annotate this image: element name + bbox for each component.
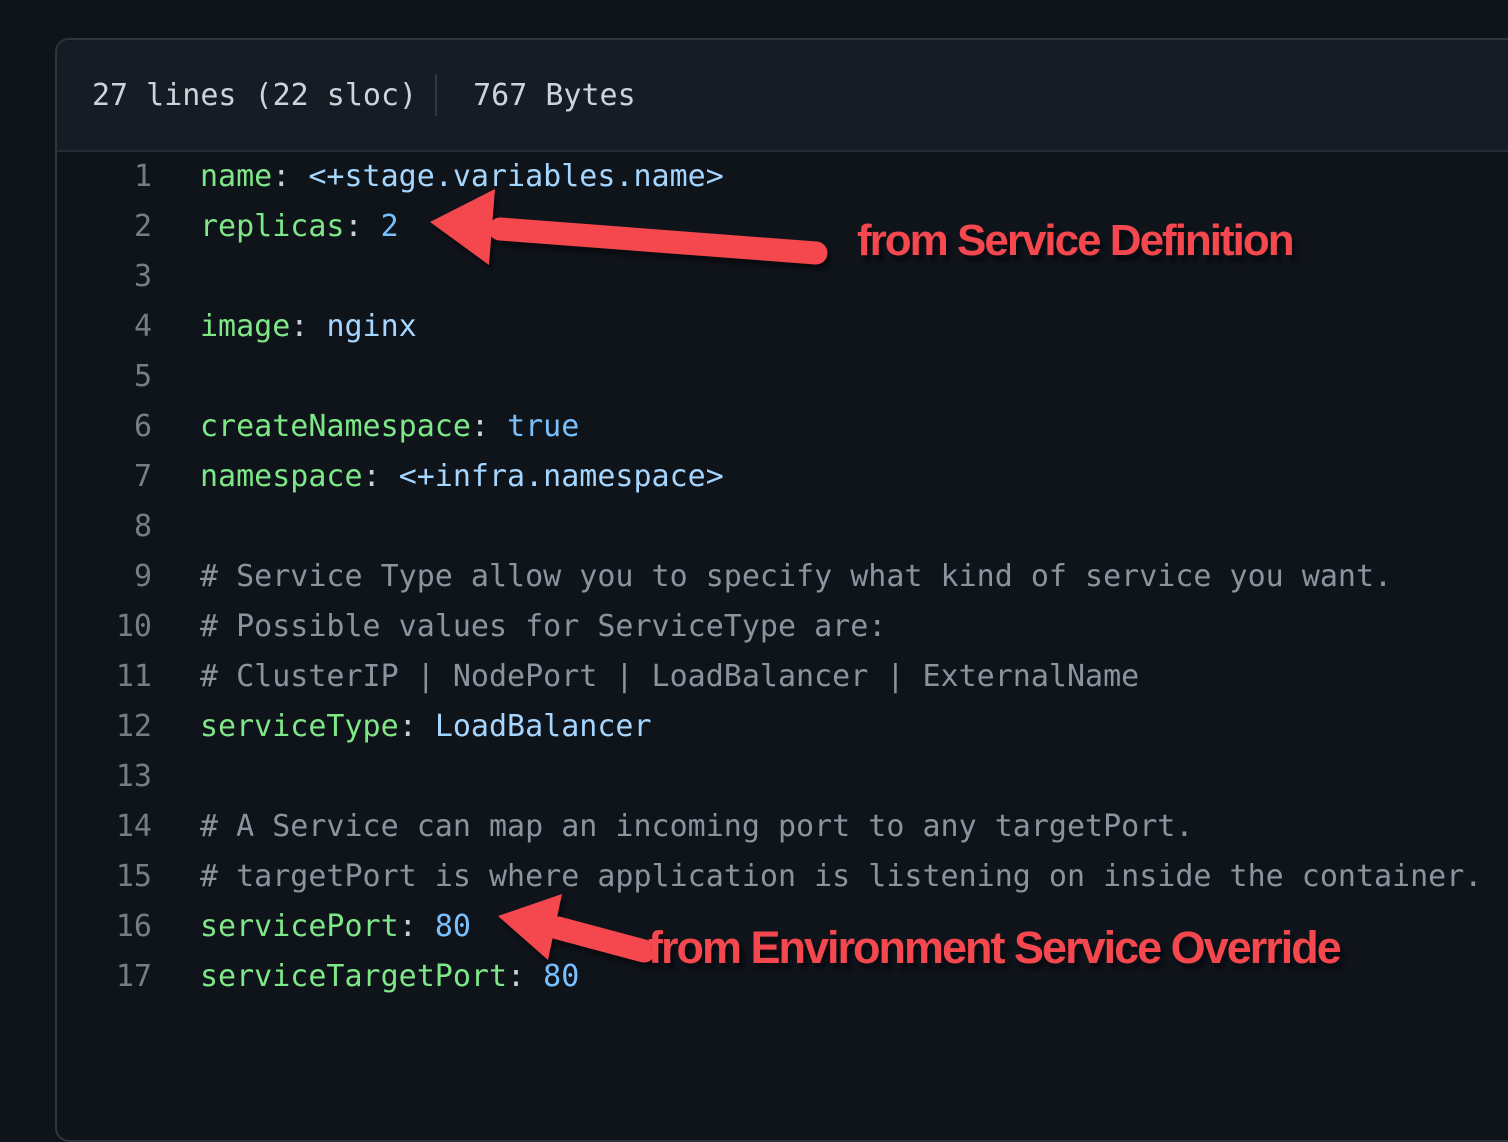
token-comment: # targetPort is where application is lis… <box>200 859 1482 894</box>
token-str: <+stage.variables.name> <box>308 159 723 194</box>
token-punct: : <box>290 309 326 344</box>
line-number[interactable]: 11 <box>57 652 152 702</box>
line-number[interactable]: 14 <box>57 802 152 852</box>
line-number[interactable]: 3 <box>57 252 152 302</box>
token-key: serviceType <box>200 709 399 744</box>
file-viewer: 27 lines (22 sloc) 767 Bytes 1name: <+st… <box>55 38 1508 1142</box>
line-number[interactable]: 10 <box>57 602 152 652</box>
token-key: namespace <box>200 459 363 494</box>
token-comment: # Service Type allow you to specify what… <box>200 559 1392 594</box>
code-line-14: 14 # A Service can map an incoming port t… <box>57 802 1508 852</box>
code-line-6: 6createNamespace: true <box>57 402 1508 452</box>
code-text <box>152 252 200 302</box>
header-divider <box>435 74 437 116</box>
code-text <box>152 752 200 802</box>
code-line-4: 4image: nginx <box>57 302 1508 352</box>
token-punct: : <box>363 459 399 494</box>
code-area: 1name: <+stage.variables.name>2replicas:… <box>57 152 1508 1002</box>
code-line-8: 8 <box>57 502 1508 552</box>
code-line-1: 1name: <+stage.variables.name> <box>57 152 1508 202</box>
file-header: 27 lines (22 sloc) 767 Bytes <box>57 40 1508 152</box>
code-line-13: 13 <box>57 752 1508 802</box>
annotation-environment-override: from Environment Service Override <box>648 922 1340 974</box>
token-comment: # Possible values for ServiceType are: <box>200 609 886 644</box>
token-punct: : <box>471 409 507 444</box>
token-comment: # A Service can map an incoming port to … <box>200 809 1193 844</box>
code-line-11: 11 # ClusterIP | NodePort | LoadBalancer … <box>57 652 1508 702</box>
token-key: replicas <box>200 209 345 244</box>
code-text: serviceTargetPort: 80 <box>152 952 579 1002</box>
code-line-10: 10 # Possible values for ServiceType are: <box>57 602 1508 652</box>
code-text: # Possible values for ServiceType are: <box>152 602 886 652</box>
code-text: # A Service can map an incoming port to … <box>152 802 1193 852</box>
line-number[interactable]: 2 <box>57 202 152 252</box>
token-key: createNamespace <box>200 409 471 444</box>
code-text: serviceType: LoadBalancer <box>152 702 652 752</box>
token-key: servicePort <box>200 909 399 944</box>
token-punct: : <box>272 159 308 194</box>
code-text: createNamespace: true <box>152 402 579 452</box>
token-comment: # ClusterIP | NodePort | LoadBalancer | … <box>200 659 1139 694</box>
line-number[interactable]: 15 <box>57 852 152 902</box>
line-number[interactable]: 6 <box>57 402 152 452</box>
code-text: replicas: 2 <box>152 202 399 252</box>
line-number[interactable]: 4 <box>57 302 152 352</box>
line-number[interactable]: 8 <box>57 502 152 552</box>
line-number[interactable]: 9 <box>57 552 152 602</box>
code-line-12: 12serviceType: LoadBalancer <box>57 702 1508 752</box>
page: { "header": { "lines_info": "27 lines (2… <box>0 0 1508 1012</box>
token-num: 80 <box>435 909 471 944</box>
line-number[interactable]: 13 <box>57 752 152 802</box>
token-punct: : <box>399 709 435 744</box>
token-key: name <box>200 159 272 194</box>
code-text: name: <+stage.variables.name> <box>152 152 724 202</box>
code-line-5: 5 <box>57 352 1508 402</box>
code-line-15: 15 # targetPort is where application is l… <box>57 852 1508 902</box>
token-str: LoadBalancer <box>435 709 652 744</box>
code-text: servicePort: 80 <box>152 902 471 952</box>
line-number[interactable]: 7 <box>57 452 152 502</box>
line-number[interactable]: 5 <box>57 352 152 402</box>
code-text: image: nginx <box>152 302 417 352</box>
token-punct: : <box>345 209 381 244</box>
line-number[interactable]: 16 <box>57 902 152 952</box>
line-number[interactable]: 17 <box>57 952 152 1002</box>
token-str: <+infra.namespace> <box>399 459 724 494</box>
code-line-7: 7namespace: <+infra.namespace> <box>57 452 1508 502</box>
code-text <box>152 352 200 402</box>
token-key: image <box>200 309 290 344</box>
code-text: # targetPort is where application is lis… <box>152 852 1482 902</box>
token-str: nginx <box>326 309 416 344</box>
token-punct: : <box>507 959 543 994</box>
token-key: serviceTargetPort <box>200 959 507 994</box>
code-text: namespace: <+infra.namespace> <box>152 452 724 502</box>
file-lines-info: 27 lines (22 sloc) <box>92 78 417 113</box>
code-text <box>152 502 200 552</box>
code-text: # ClusterIP | NodePort | LoadBalancer | … <box>152 652 1139 702</box>
token-punct: : <box>399 909 435 944</box>
code-line-9: 9 # Service Type allow you to specify wha… <box>57 552 1508 602</box>
token-num: true <box>507 409 579 444</box>
token-num: 80 <box>543 959 579 994</box>
line-number[interactable]: 1 <box>57 152 152 202</box>
line-number[interactable]: 12 <box>57 702 152 752</box>
annotation-service-definition: from Service Definition <box>857 216 1293 266</box>
token-num: 2 <box>381 209 399 244</box>
file-size: 767 Bytes <box>473 78 636 113</box>
code-text: # Service Type allow you to specify what… <box>152 552 1392 602</box>
